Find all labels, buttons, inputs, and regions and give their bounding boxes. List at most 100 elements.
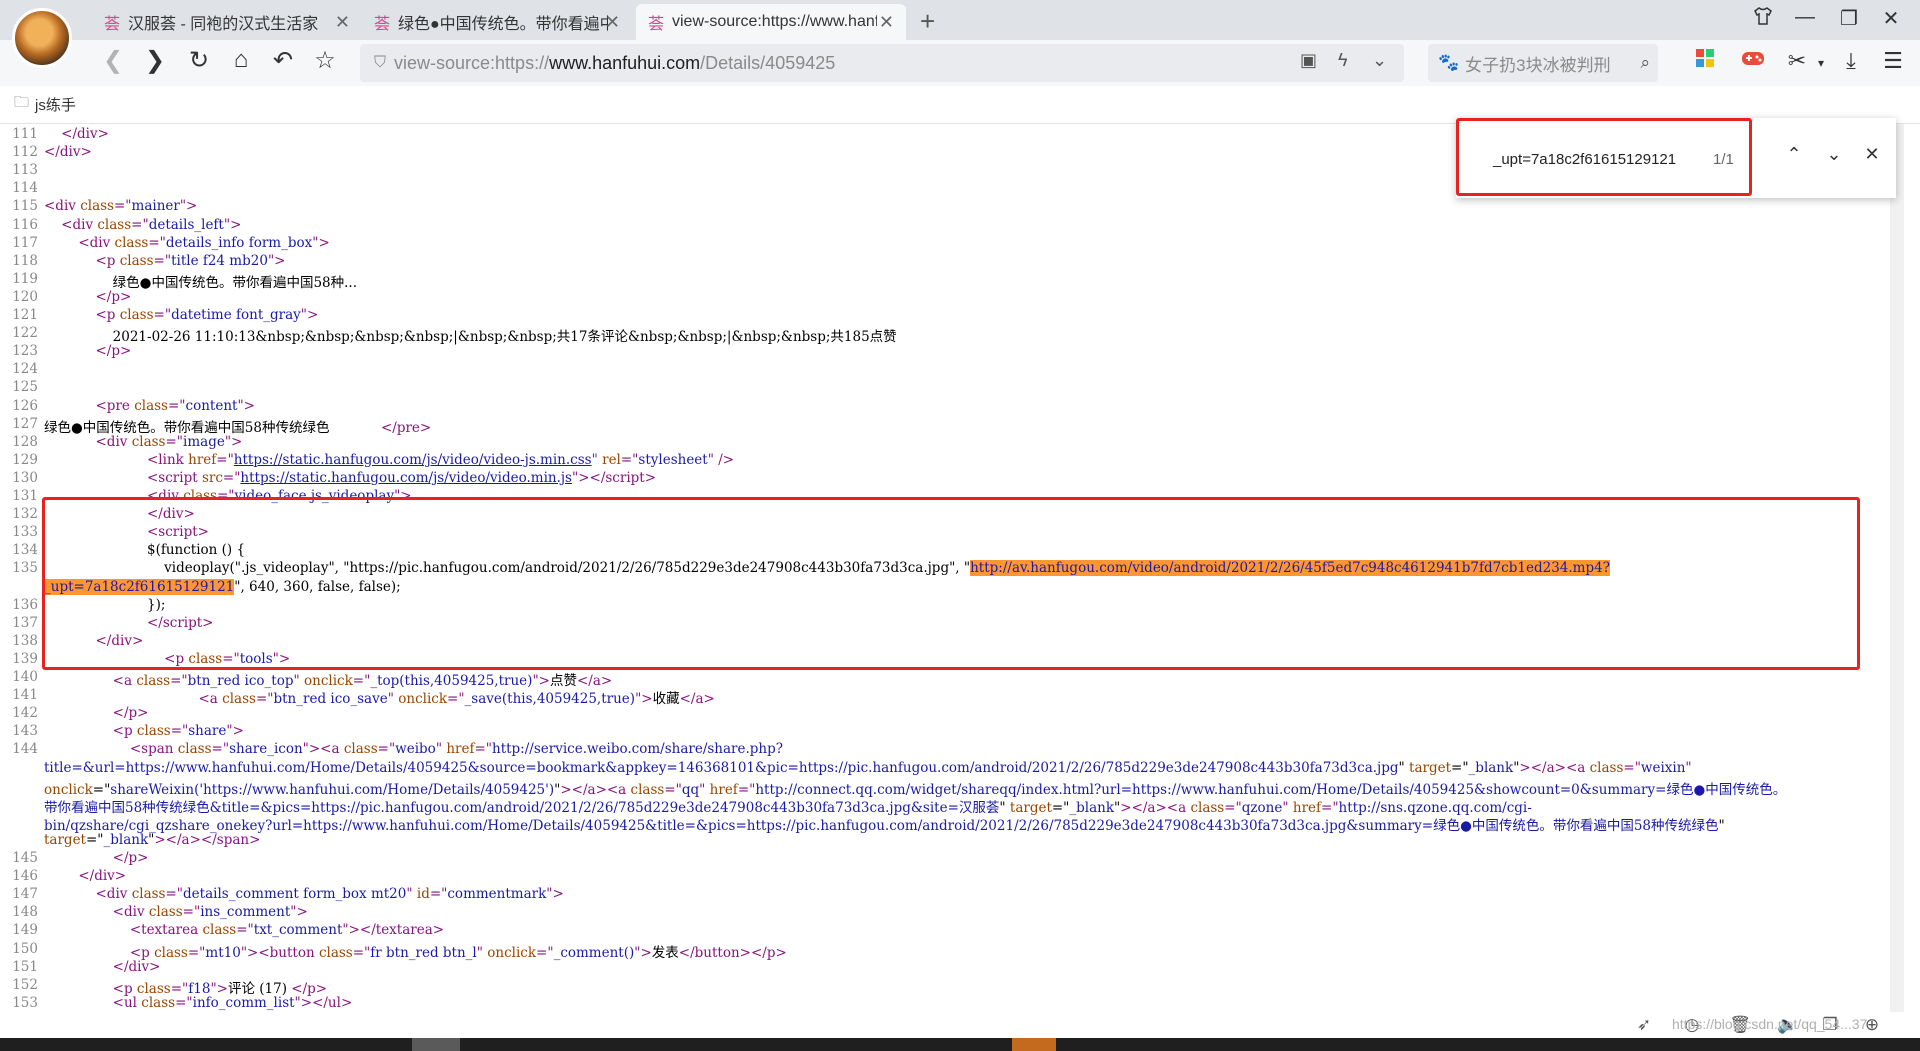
view-source-content: 111 </div> 112 </div> 113 114 115 <div class="…: [0, 124, 1920, 1012]
source-line: <div class="mainer">: [44, 198, 198, 215]
shirt-skin-icon[interactable]: [1748, 6, 1778, 32]
close-find-icon[interactable]: ✕: [1858, 144, 1886, 165]
forward-icon[interactable]: ❯: [138, 46, 172, 75]
find-next-icon[interactable]: ⌄: [1820, 144, 1848, 165]
line-number: 129: [12, 451, 38, 468]
status-bar: ➶ ◷ 🗑 🔈 ❐ ⊕ https://blog.csdn.net/qq_54.…: [0, 1012, 1920, 1038]
taskbar-item[interactable]: [412, 1038, 460, 1051]
source-line: <a class="btn_red ico_top" onclick="_top…: [112, 673, 613, 689]
search-input[interactable]: 女子扔3块冰被判刑: [1465, 51, 1610, 76]
source-line: </script>: [147, 614, 214, 631]
line-number: 152: [12, 976, 38, 993]
source-line: <div class="details_left">: [61, 216, 242, 233]
line-number: 120: [12, 288, 38, 305]
source-line: </p>: [112, 705, 149, 722]
close-tab-icon[interactable]: ✕: [605, 12, 620, 33]
taskbar-item-active[interactable]: [1012, 1038, 1056, 1051]
line-number: 136: [12, 596, 38, 613]
source-line: 带你看遍中国58种传统绿色&title=&pics=https://pic.ha…: [44, 799, 1532, 816]
line-number: 138: [12, 632, 38, 649]
tab-title: view-source:https://www.hanfuhui.com/Det…: [672, 13, 877, 30]
minimize-icon[interactable]: —: [1790, 6, 1820, 29]
source-line: $(function () {: [44, 542, 246, 559]
line-number: 140: [12, 669, 38, 685]
source-line: 绿色●中国传统色。带你看遍中国58种传统绿色 </pre>: [44, 419, 432, 436]
search-box[interactable]: 🐾 女子扔3块冰被判刑 ⌕: [1428, 44, 1658, 82]
source-line: });: [44, 596, 166, 613]
source-line: <ul class="info_comm_list"></ul>: [112, 994, 353, 1011]
url-prefix: view-source:https://: [394, 52, 550, 73]
line-number: 144: [12, 741, 38, 758]
line-number: 145: [12, 850, 38, 866]
user-avatar[interactable]: [12, 8, 72, 68]
undo-icon[interactable]: ↶: [266, 46, 300, 75]
browser-tab[interactable]: 荟 汉服荟 - 同袍的汉式生活家 ✕: [92, 4, 362, 40]
watermark-text: https://blog.csdn.net/qq_54...37: [1672, 1016, 1868, 1032]
line-number: 135: [12, 560, 38, 577]
hanfuhui-favicon-icon: 荟: [104, 16, 121, 33]
chevron-down-icon[interactable]: ⌄: [1372, 50, 1387, 71]
close-tab-icon[interactable]: ✕: [879, 12, 894, 33]
source-line: <p class="tools">: [164, 650, 291, 667]
source-line: <link href="https://static.hanfugou.com/…: [147, 451, 735, 468]
source-line: <p class="datetime font_gray">: [95, 307, 319, 323]
source-line: <script>: [147, 524, 209, 541]
baidu-paw-icon: 🐾: [1438, 53, 1460, 72]
find-query-text[interactable]: _upt=7a18c2f61615129121: [1493, 151, 1676, 168]
hanfuhui-favicon-icon: 荟: [648, 16, 665, 33]
source-line: <p class="mt10"><button class="fr btn_re…: [129, 944, 787, 961]
home-icon[interactable]: ⌂: [224, 46, 258, 74]
restore-icon[interactable]: ❐: [1834, 6, 1864, 31]
vertical-scrollbar[interactable]: [1890, 124, 1904, 1012]
line-number: 146: [12, 868, 38, 885]
line-number: 121: [12, 307, 38, 323]
line-number: 131: [12, 488, 38, 504]
reader-mode-icon[interactable]: ▣: [1300, 50, 1317, 71]
back-icon[interactable]: ❮: [96, 46, 130, 75]
gamepad-icon[interactable]: [1738, 48, 1768, 74]
line-number: 125: [12, 379, 38, 396]
rocket-icon[interactable]: ➶: [1632, 1015, 1656, 1035]
line-number: 148: [12, 904, 38, 921]
source-line: bin/qzshare/cgi_qzshare_onekey?url=https…: [44, 817, 1725, 834]
new-tab-button[interactable]: +: [920, 6, 935, 37]
star-icon[interactable]: ☆: [308, 46, 342, 75]
folder-icon: 🗀: [14, 94, 30, 111]
tab-bar: 荟 汉服荟 - 同袍的汉式生活家 ✕ 荟 绿色●中国传统色。带你看遍中国58种传…: [0, 0, 1920, 68]
close-tab-icon[interactable]: ✕: [335, 12, 350, 33]
apps-grid-icon[interactable]: [1690, 48, 1720, 74]
source-line: <pre class="content">: [95, 397, 255, 414]
source-line: <div class="video_face js_videoplay">: [147, 488, 412, 504]
source-line: <div class="details_info form_box">: [78, 234, 330, 251]
line-number: 114: [12, 180, 38, 197]
find-bar: _upt=7a18c2f61615129121 1/1 ⌃ ⌄ ✕: [1456, 118, 1896, 198]
line-number: 141: [12, 687, 38, 704]
source-line: 绿色●中国传统色。带你看遍中国58种...: [44, 274, 357, 291]
menu-icon[interactable]: ☰: [1878, 48, 1908, 74]
line-number: 115: [12, 198, 38, 215]
source-line: videoplay(".js_videoplay", "https://pic.…: [44, 560, 1610, 577]
line-number: 122: [12, 325, 38, 342]
close-window-icon[interactable]: ✕: [1876, 6, 1906, 31]
lightning-icon[interactable]: ϟ: [1338, 50, 1348, 71]
navigation-toolbar: ❮ ❯ ↻ ⌂ ↶ ☆ ⛉ view-source:https://www.ha…: [0, 40, 1920, 86]
chevron-down-icon[interactable]: ▾: [1806, 56, 1836, 70]
search-icon[interactable]: ⌕: [1640, 53, 1650, 73]
source-line: </div>: [95, 632, 144, 649]
source-line: <a class="btn_red ico_save" onclick="_sa…: [198, 691, 715, 708]
browser-tab-active[interactable]: 荟 view-source:https://www.hanfuhui.com/D…: [636, 4, 906, 40]
source-line: <div class="details_comment form_box mt2…: [95, 886, 564, 903]
source-line: <p class="f18">评论 (17) </p>: [112, 980, 328, 997]
bookmark-item[interactable]: js练手: [35, 94, 76, 115]
find-previous-icon[interactable]: ⌃: [1780, 144, 1808, 165]
source-line: <span class="share_icon"><a class="weibo…: [129, 741, 783, 758]
browser-tab[interactable]: 荟 绿色●中国传统色。带你看遍中国58种传统绿色 ✕: [362, 4, 632, 40]
source-line: </div>: [61, 126, 109, 142]
download-icon[interactable]: ⤓: [1836, 48, 1866, 74]
find-input[interactable]: _upt=7a18c2f61615129121 1/1: [1456, 118, 1752, 196]
tab-title: 汉服荟 - 同袍的汉式生活家: [128, 16, 319, 33]
reload-icon[interactable]: ↻: [182, 46, 216, 75]
line-number: 137: [12, 614, 38, 631]
address-bar[interactable]: ⛉ view-source:https://www.hanfuhui.com/D…: [360, 44, 1404, 82]
line-number: 126: [12, 397, 38, 414]
